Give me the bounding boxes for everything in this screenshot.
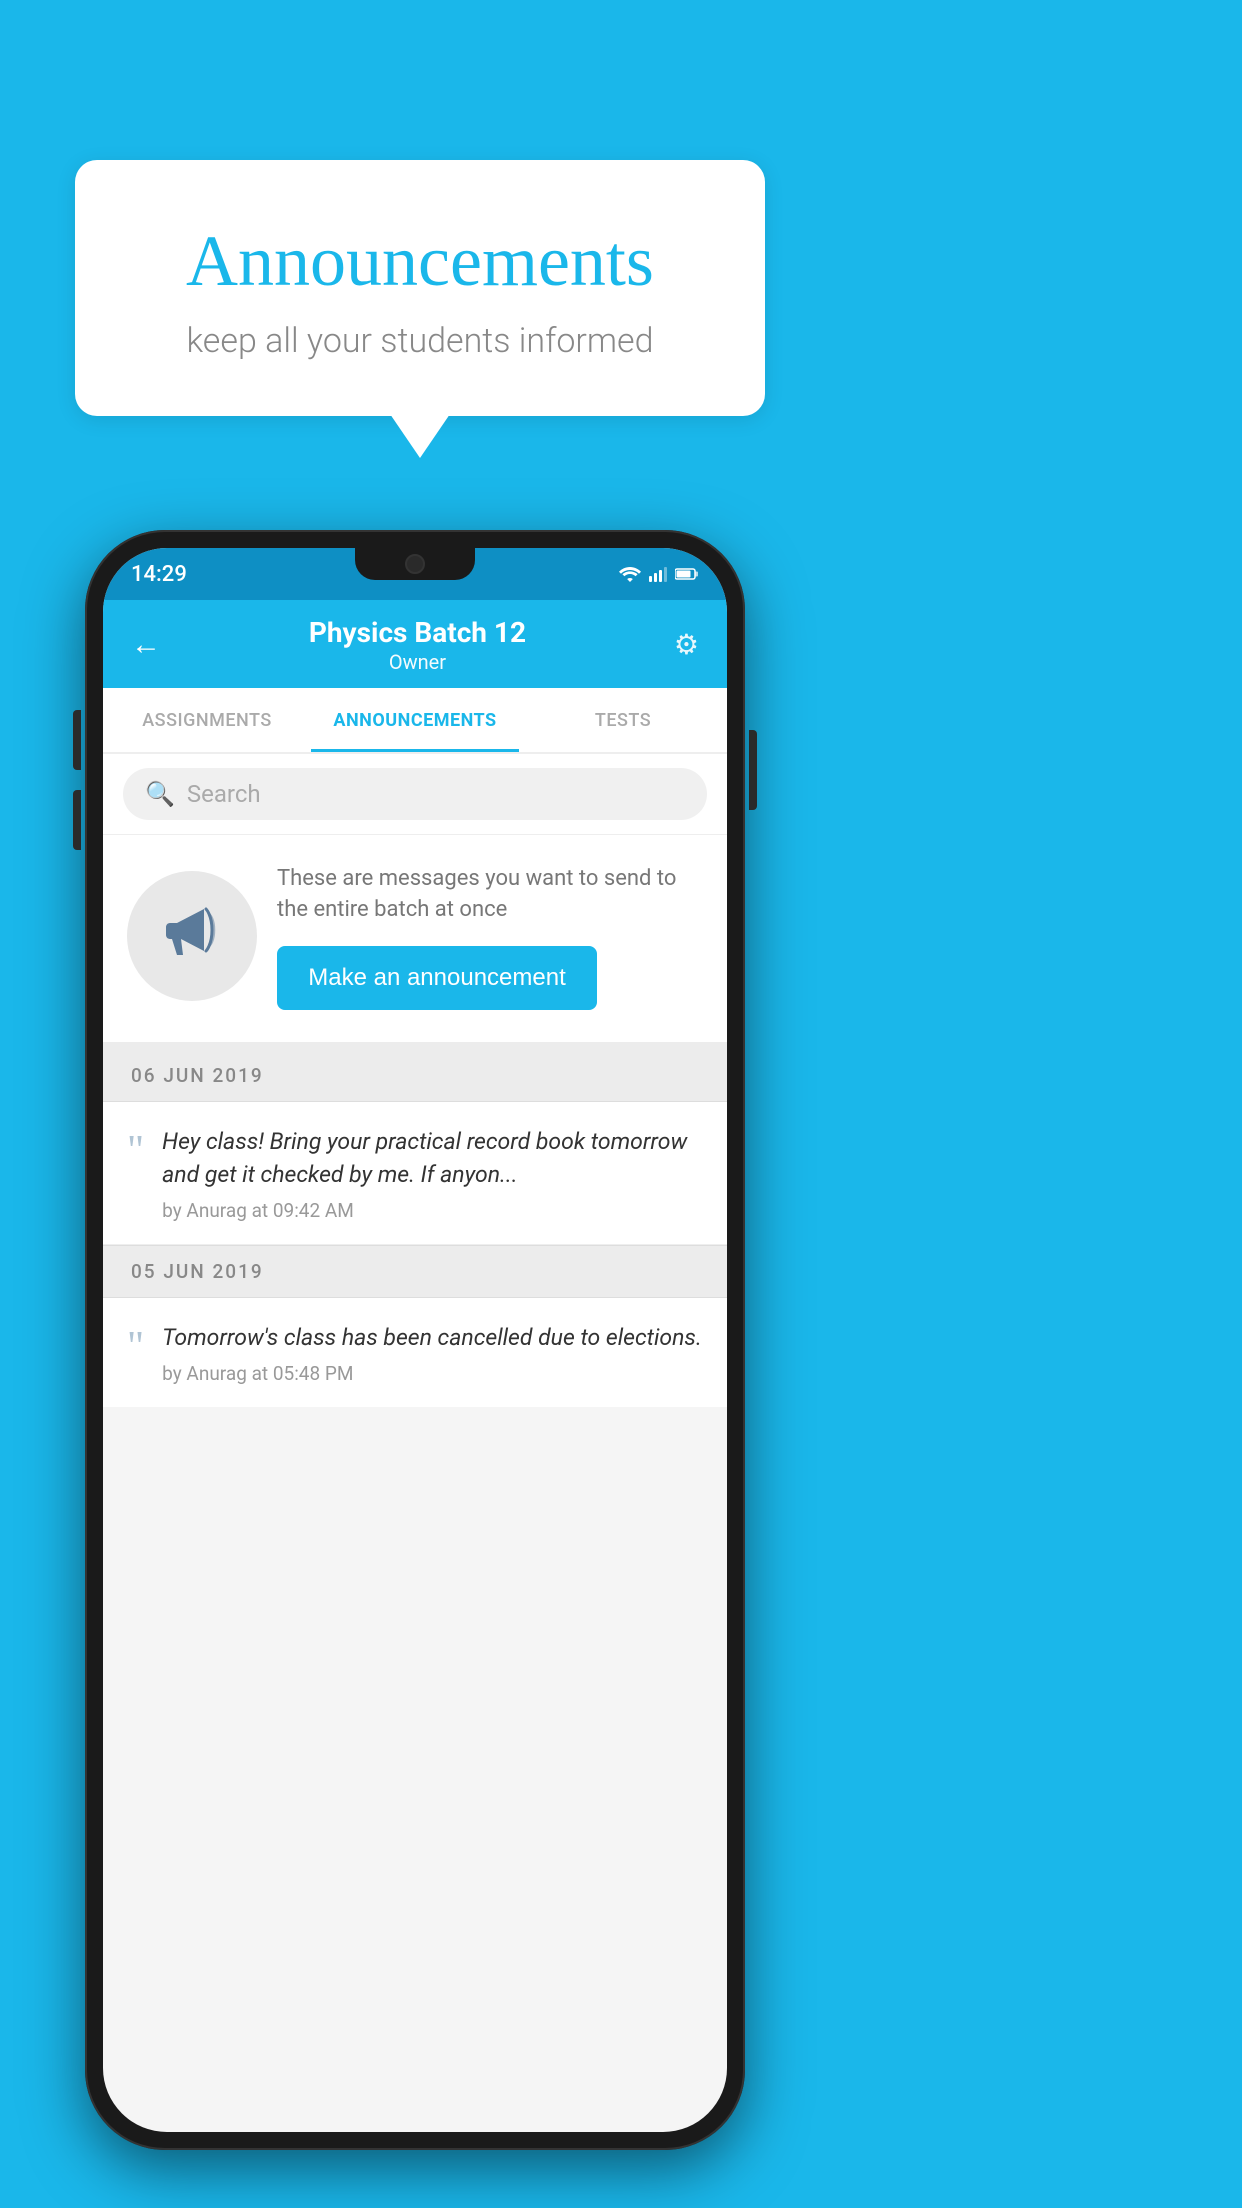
status-time: 14:29	[131, 562, 187, 587]
speech-bubble-subtitle: keep all your students informed	[115, 321, 725, 361]
back-button[interactable]: ←	[131, 627, 161, 662]
speech-bubble: Announcements keep all your students inf…	[75, 160, 765, 416]
quote-icon-1: "	[127, 1130, 144, 1172]
megaphone-icon	[162, 901, 222, 972]
phone-notch	[355, 548, 475, 580]
announcement-item-2: " Tomorrow's class has been cancelled du…	[103, 1298, 727, 1407]
tab-announcements[interactable]: ANNOUNCEMENTS	[311, 688, 519, 752]
search-bar-container: 🔍 Search	[103, 754, 727, 835]
announcement-item-1: " Hey class! Bring your practical record…	[103, 1102, 727, 1244]
tab-assignments[interactable]: ASSIGNMENTS	[103, 688, 311, 752]
front-camera	[405, 554, 425, 574]
date-divider-2: 05 JUN 2019	[103, 1245, 727, 1298]
volume-up-button[interactable]	[73, 710, 81, 770]
announcement-text-1: Hey class! Bring your practical record b…	[162, 1126, 703, 1221]
tab-tests[interactable]: TESTS	[519, 688, 727, 752]
quote-icon-2: "	[127, 1326, 144, 1368]
announcement-message-1: Hey class! Bring your practical record b…	[162, 1126, 703, 1190]
power-button[interactable]	[749, 730, 757, 810]
phone-frame: 14:29	[85, 530, 745, 2150]
tabs-bar: ASSIGNMENTS ANNOUNCEMENTS TESTS	[103, 688, 727, 754]
announcement-prompt-section: These are messages you want to send to t…	[103, 835, 727, 1051]
speech-bubble-title: Announcements	[115, 220, 725, 303]
make-announcement-button[interactable]: Make an announcement	[277, 946, 597, 1010]
app-header: ← Physics Batch 12 Owner ⚙	[103, 600, 727, 688]
announcement-message-2: Tomorrow's class has been cancelled due …	[162, 1322, 703, 1354]
speech-bubble-card: Announcements keep all your students inf…	[75, 160, 765, 416]
announcement-prompt-description: These are messages you want to send to t…	[277, 863, 703, 927]
date-divider-1: 06 JUN 2019	[103, 1050, 727, 1102]
battery-icon	[675, 567, 699, 581]
wifi-icon	[619, 566, 641, 582]
header-center: Physics Batch 12 Owner	[309, 616, 526, 674]
phone-outer-shell: 14:29	[85, 530, 745, 2150]
status-icons	[619, 566, 699, 582]
announcement-meta-2: by Anurag at 05:48 PM	[162, 1362, 703, 1385]
search-input[interactable]: 🔍 Search	[123, 768, 707, 820]
signal-icon	[649, 566, 667, 582]
search-icon: 🔍	[145, 780, 175, 808]
settings-icon[interactable]: ⚙	[674, 628, 699, 661]
volume-down-button[interactable]	[73, 790, 81, 850]
search-placeholder: Search	[187, 780, 261, 808]
batch-title: Physics Batch 12	[309, 616, 526, 650]
phone-screen: 14:29	[103, 548, 727, 2132]
announcement-icon-circle	[127, 871, 257, 1001]
announcement-meta-1: by Anurag at 09:42 AM	[162, 1199, 703, 1222]
announcement-text-2: Tomorrow's class has been cancelled due …	[162, 1322, 703, 1385]
owner-label: Owner	[309, 650, 526, 674]
announcement-prompt-content: These are messages you want to send to t…	[277, 863, 703, 1011]
